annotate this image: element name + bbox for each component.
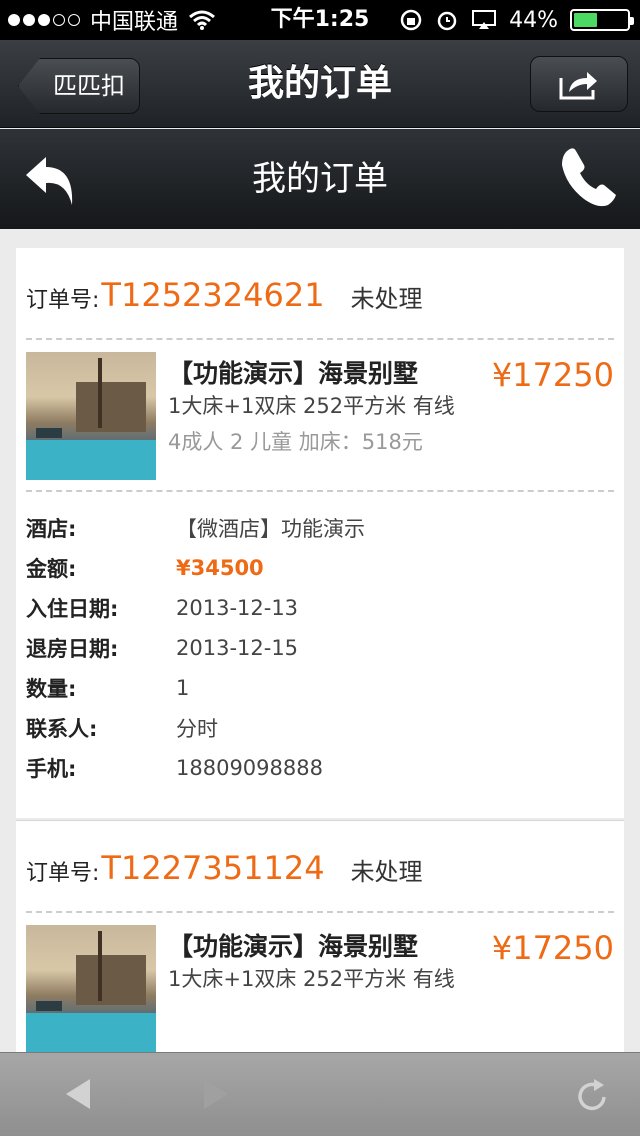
alarm-icon [437, 11, 457, 31]
share-button[interactable] [530, 56, 628, 112]
item-price: ¥17250 [491, 356, 614, 394]
detail-row-contact: 联系人: 分时 [26, 708, 614, 748]
detail-row-amount: 金额: ¥34500 [26, 548, 614, 588]
order-header: 订单号: T1252324621 未处理 [26, 248, 614, 340]
detail-key: 入住日期: [26, 597, 119, 621]
item-price: ¥17250 [491, 929, 614, 967]
detail-value: ¥34500 [176, 556, 264, 580]
item-name: 【功能演示】海景别墅 [168, 932, 419, 961]
airplay-icon [472, 10, 497, 29]
item-room-info: 1大床+1双床 252平方米 有线 [168, 967, 455, 991]
forward-icon[interactable] [204, 1079, 228, 1109]
detail-row-checkin: 入住日期: 2013-12-13 [26, 588, 614, 628]
detail-value: 18809098888 [176, 756, 323, 780]
order-item[interactable]: 【功能演示】海景别墅 1大床+1双床 252平方米 有线 ¥17250 [26, 913, 614, 1065]
battery-icon [570, 9, 634, 31]
battery-percent: 44% [509, 7, 558, 33]
sub-page-title: 我的订单 [252, 159, 388, 199]
top-navigation-bar: 匹匹扣 我的订单 [0, 40, 640, 128]
hotel-thumbnail [26, 925, 156, 1053]
detail-key: 联系人: [26, 717, 98, 741]
order-card[interactable]: 订单号: T1227351124 未处理 【功能演示】海景别墅 1大床+1双床 … [16, 820, 624, 1065]
detail-key: 手机: [26, 757, 77, 781]
order-list: 订单号: T1252324621 未处理 【功能演示】海景别墅 1大床+1双床 … [16, 248, 624, 1065]
detail-key: 金额: [26, 557, 77, 581]
order-status: 未处理 [350, 285, 423, 313]
hotel-thumbnail [26, 352, 156, 480]
order-number-label: 订单号: [26, 861, 100, 886]
status-bar: 中国联通 下午1:25 44% [0, 0, 640, 40]
order-number: T1252324621 [101, 276, 325, 314]
share-icon [559, 72, 597, 100]
detail-value: 1 [176, 676, 190, 700]
detail-row-checkout: 退房日期: 2013-12-15 [26, 628, 614, 668]
detail-row-phone: 手机: 18809098888 [26, 748, 614, 788]
order-header: 订单号: T1227351124 未处理 [26, 821, 614, 913]
order-details: 酒店: 【微酒店】功能演示 金额: ¥34500 入住日期: 2013-12-1… [26, 492, 614, 818]
sub-navigation-bar: 我的订单 [0, 129, 640, 229]
order-number: T1227351124 [101, 849, 325, 887]
lock-rotation-icon [400, 9, 422, 31]
phone-icon[interactable] [556, 145, 622, 211]
detail-row-hotel: 酒店: 【微酒店】功能演示 [26, 508, 614, 548]
detail-value: 【微酒店】功能演示 [176, 517, 365, 541]
browser-toolbar [0, 1052, 640, 1136]
detail-value: 分时 [176, 717, 218, 741]
order-card[interactable]: 订单号: T1252324621 未处理 【功能演示】海景别墅 1大床+1双床 … [16, 248, 624, 818]
order-status: 未处理 [350, 858, 423, 886]
detail-key: 数量: [26, 677, 77, 701]
detail-key: 酒店: [26, 517, 77, 541]
order-number-label: 订单号: [26, 288, 100, 313]
detail-value: 2013-12-13 [176, 596, 299, 620]
detail-row-quantity: 数量: 1 [26, 668, 614, 708]
item-guests: 4成人 2 儿童 加床：518元 [168, 430, 423, 454]
item-name: 【功能演示】海景别墅 [168, 359, 419, 388]
detail-key: 退房日期: [26, 637, 119, 661]
refresh-icon[interactable] [576, 1077, 610, 1113]
item-room-info: 1大床+1双床 252平方米 有线 [168, 394, 455, 418]
detail-value: 2013-12-15 [176, 636, 299, 660]
order-item[interactable]: 【功能演示】海景别墅 1大床+1双床 252平方米 有线 4成人 2 儿童 加床… [26, 340, 614, 492]
back-icon[interactable] [66, 1079, 90, 1109]
